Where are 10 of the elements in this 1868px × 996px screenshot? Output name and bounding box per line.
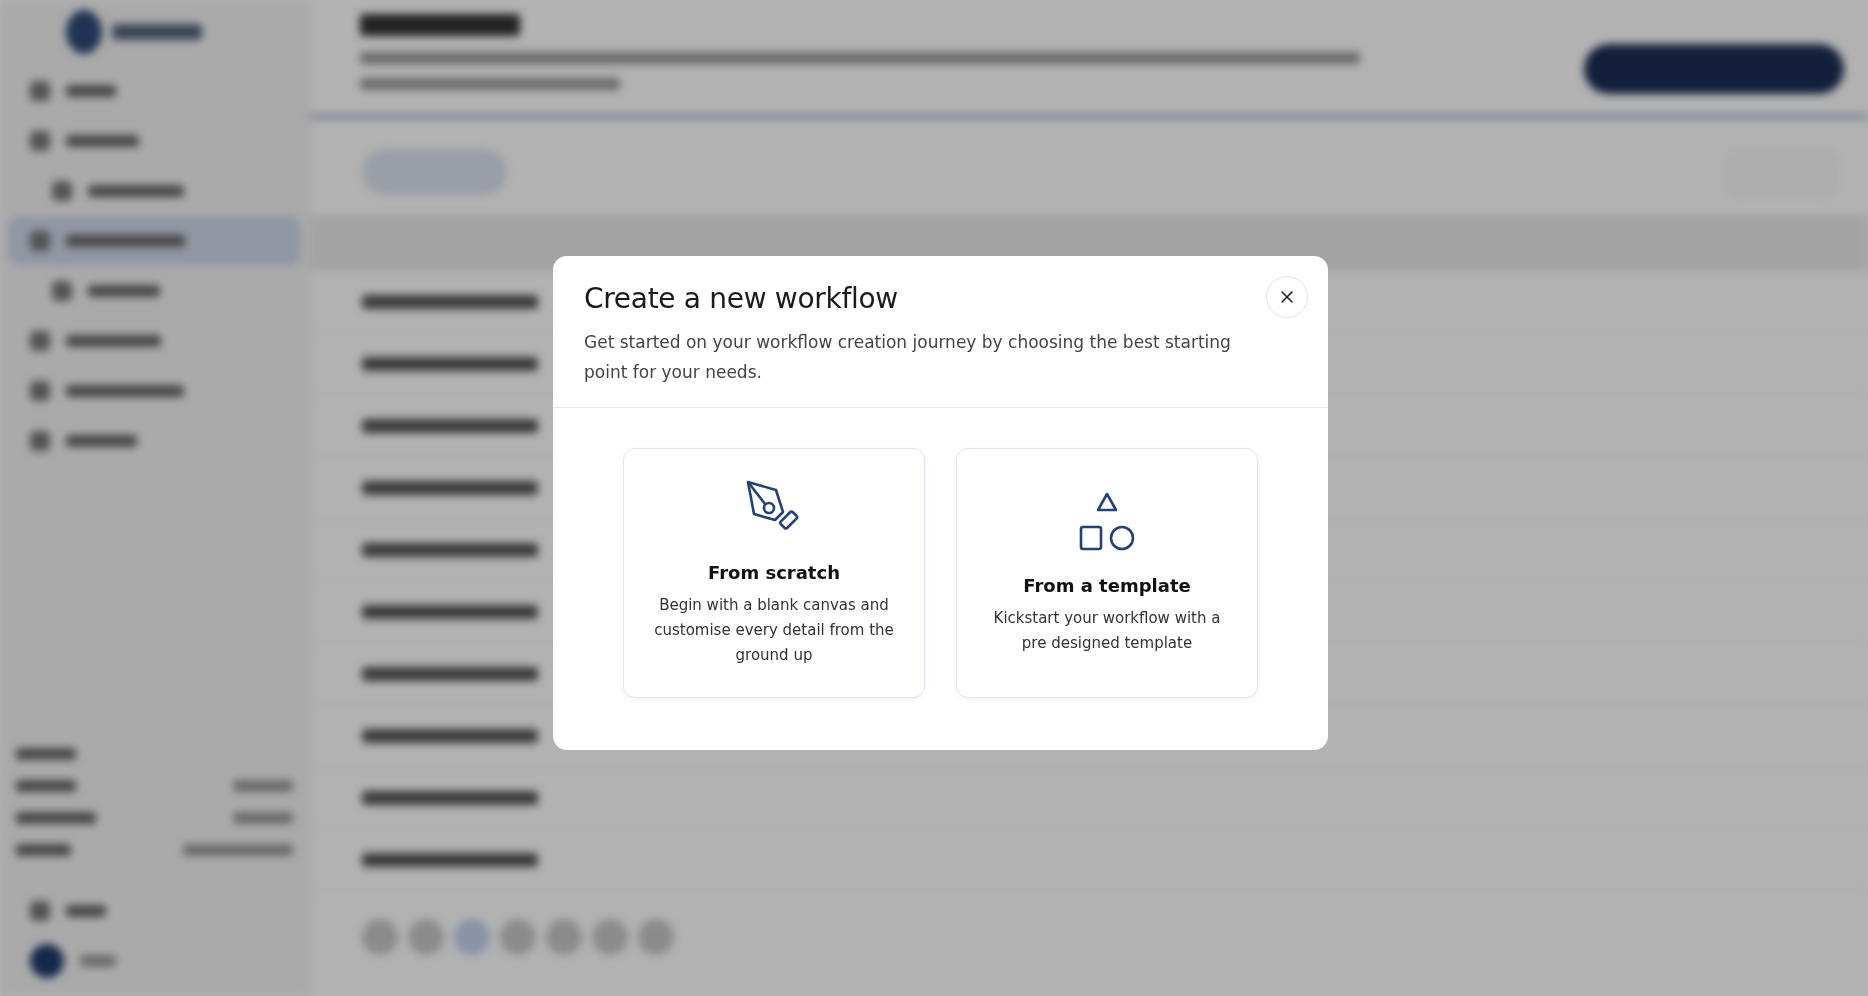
option-card[interactable]: From scratch Begin with a blank canvas and customise every detail from the ground up [623,448,925,698]
option-card[interactable]: From a template Kickstart your workflow with a pre designed template [956,448,1258,698]
dialog-description: Get started on your workflow creation journey by choosing the best starting point for your needs. [584,331,1232,384]
option-description: Kickstart your workflow with a pre designed template [992,607,1222,654]
option-title: From scratch [708,562,840,583]
dialog-title: Create a new workflow [584,282,899,315]
option-title: From a template [1023,574,1191,596]
close-icon [1280,290,1294,304]
close-button[interactable] [1266,276,1308,318]
option-description: Begin with a blank canvas and customise every detail from the ground up [653,595,895,666]
